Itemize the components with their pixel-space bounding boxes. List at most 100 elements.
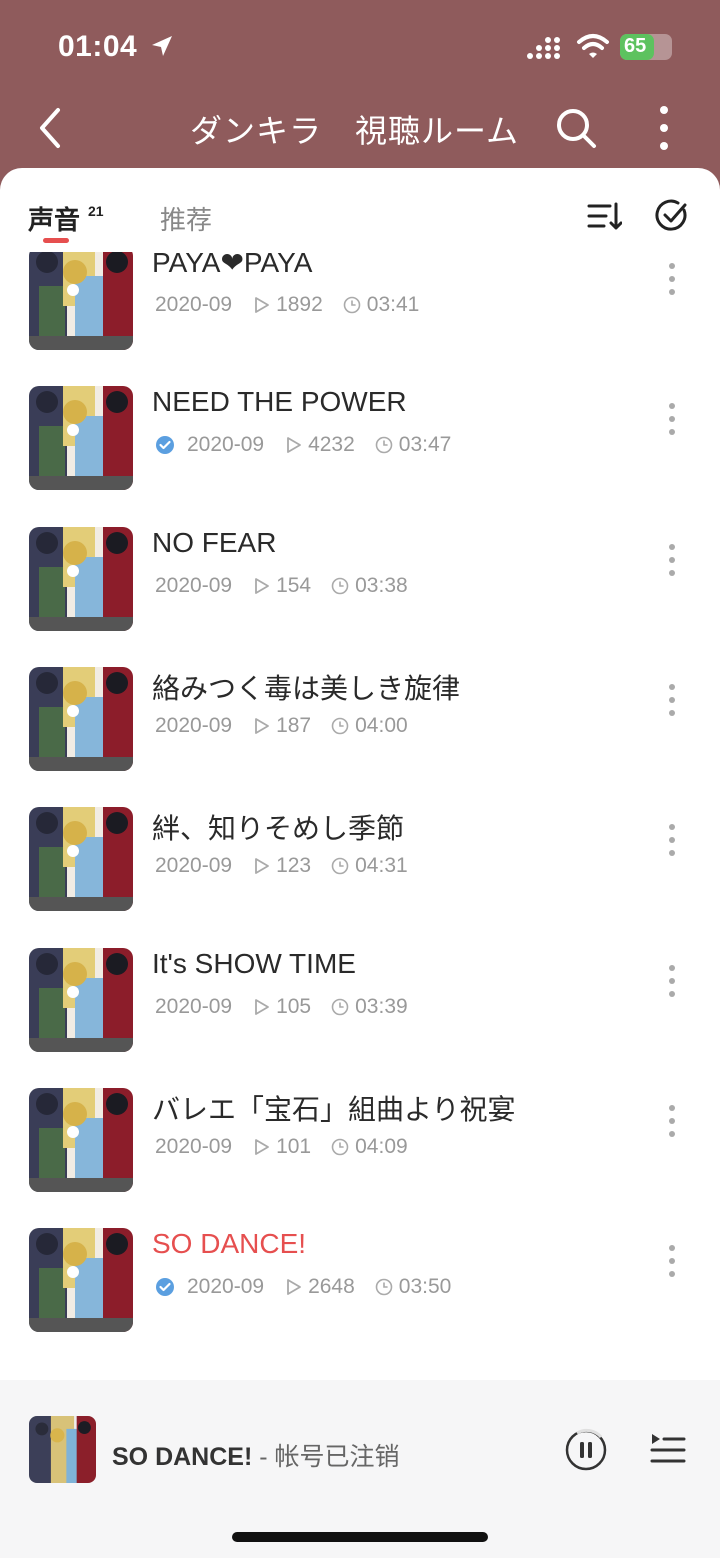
track-meta: 2020-09 123 04:31 <box>155 853 408 879</box>
play-count-icon <box>255 1138 269 1155</box>
track-duration: 04:09 <box>355 1134 408 1158</box>
track-play-count: 1892 <box>276 293 323 316</box>
track-title: バレエ「宝石」組曲より祝宴 <box>152 1093 516 1125</box>
duration-clock-icon <box>331 577 349 594</box>
track-play-count: 4232 <box>308 433 355 457</box>
sort-list-icon[interactable] <box>586 198 622 234</box>
track-play-count: 101 <box>276 1134 312 1158</box>
track-title: PAYA❤PAYA <box>152 252 313 278</box>
track-more-icon[interactable] <box>664 262 680 296</box>
track-meta: 2020-09 187 04:00 <box>155 713 408 739</box>
track-date: 2020-09 <box>155 994 233 1018</box>
cover-art-image <box>29 1416 96 1483</box>
player-track-info: SO DANCE! - 帐号已注销 <box>112 1437 400 1473</box>
status-time: 01:04 <box>58 30 138 63</box>
track-row[interactable]: NO FEAR 2020-09 154 03:38 <box>0 526 720 667</box>
duration-clock-icon <box>331 998 349 1015</box>
track-title: SO DANCE! <box>152 1228 307 1260</box>
tab-recommended[interactable]: 推荐 <box>160 200 212 237</box>
pause-icon[interactable] <box>564 1428 608 1472</box>
tab-voice[interactable]: 声音 <box>28 200 80 237</box>
track-meta: 2020-09 101 04:09 <box>155 1134 408 1160</box>
track-more-icon[interactable] <box>664 1244 680 1278</box>
page-title: ダンキラ 視聴ルーム <box>190 113 520 149</box>
track-row[interactable]: NEED THE POWER 2020-09 4232 03:47 <box>0 386 720 526</box>
duration-clock-icon <box>331 1138 349 1156</box>
track-meta: 2020-09 105 03:39 <box>155 994 408 1020</box>
track-more-icon[interactable] <box>664 683 680 717</box>
track-row[interactable]: PAYA❤PAYA 2020-09 1892 03:41 <box>0 252 720 386</box>
home-indicator <box>232 1532 488 1542</box>
track-title: 絆、知りそめし季節 <box>152 813 405 845</box>
play-count-icon <box>255 858 269 875</box>
track-cover-art <box>29 666 133 771</box>
player-cover-art <box>29 1416 96 1483</box>
track-cover-art <box>29 807 133 912</box>
track-date: 2020-09 <box>155 854 233 878</box>
cover-art-image <box>29 252 133 350</box>
cover-art-image <box>29 526 133 631</box>
track-duration: 03:47 <box>398 433 452 457</box>
cover-art-image <box>29 386 133 491</box>
track-date: 2020-09 <box>187 1275 265 1299</box>
track-row[interactable]: SO DANCE! 2020-09 2648 03:50 <box>0 1228 720 1368</box>
player-artist: - 帐号已注销 <box>252 1443 400 1471</box>
more-vertical-icon[interactable] <box>650 104 678 152</box>
track-cover-art <box>29 1228 133 1333</box>
track-row[interactable]: 絆、知りそめし季節 2020-09 123 04:31 <box>0 807 720 947</box>
track-row[interactable]: バレエ「宝石」組曲より祝宴 2020-09 101 04:09 <box>0 1087 720 1228</box>
cover-art-image <box>29 666 133 771</box>
cover-art-image <box>29 947 133 1052</box>
track-play-count: 105 <box>276 994 312 1018</box>
tab-voice-count: 21 <box>88 203 104 219</box>
track-play-count: 2648 <box>308 1275 355 1299</box>
check-circle-icon[interactable] <box>654 198 690 234</box>
track-duration: 03:39 <box>355 994 408 1018</box>
play-count-icon <box>255 717 269 734</box>
player-track-title: SO DANCE! <box>112 1443 253 1471</box>
cover-art-image <box>29 1087 133 1192</box>
duration-clock-icon <box>331 857 349 875</box>
duration-clock-icon <box>375 1278 393 1296</box>
track-title: 絡みつく毒は美しき旋律 <box>152 672 461 704</box>
track-more-icon[interactable] <box>664 402 680 436</box>
track-more-icon[interactable] <box>664 543 680 577</box>
track-title: NO FEAR <box>152 526 277 558</box>
track-more-icon[interactable] <box>664 823 680 857</box>
search-icon[interactable] <box>554 104 598 152</box>
track-title: It's SHOW TIME <box>152 947 356 979</box>
track-duration: 03:50 <box>398 1275 452 1299</box>
track-duration: 03:38 <box>355 573 408 597</box>
play-count-icon <box>255 297 269 313</box>
duration-clock-icon <box>375 436 393 454</box>
track-row[interactable]: 絡みつく毒は美しき旋律 2020-09 187 04:00 <box>0 666 720 807</box>
track-duration: 03:41 <box>366 293 420 316</box>
track-more-icon[interactable] <box>664 1104 680 1138</box>
play-count-icon <box>255 998 269 1015</box>
chevron-left-icon[interactable] <box>34 104 66 152</box>
playlist-icon[interactable] <box>650 1432 686 1466</box>
wifi-icon <box>577 34 609 58</box>
track-meta: 2020-09 154 03:38 <box>155 573 408 599</box>
track-duration: 04:00 <box>355 713 408 737</box>
track-row[interactable]: It's SHOW TIME 2020-09 105 03:39 <box>0 947 720 1088</box>
cellular-signal-icon <box>527 37 560 59</box>
track-more-icon[interactable] <box>664 964 680 998</box>
battery-level: 65 <box>624 35 647 57</box>
track-meta: 2020-09 1892 03:41 <box>155 292 419 318</box>
play-count-icon <box>255 577 269 594</box>
track-list: PAYA❤PAYA 2020-09 1892 03:41 NEED THE PO… <box>0 252 720 1382</box>
track-cover-art <box>29 386 133 491</box>
track-cover-art <box>29 252 133 350</box>
play-count-icon <box>287 437 301 454</box>
track-date: 2020-09 <box>155 293 233 316</box>
track-meta: 2020-09 2648 03:50 <box>155 1274 451 1300</box>
battery-indicator: 65 <box>620 34 672 60</box>
track-duration: 04:31 <box>355 854 408 878</box>
track-play-count: 187 <box>276 713 312 737</box>
track-date: 2020-09 <box>155 713 233 737</box>
track-cover-art <box>29 526 133 631</box>
tab-active-indicator <box>43 238 69 243</box>
track-meta: 2020-09 4232 03:47 <box>155 432 451 458</box>
track-play-count: 154 <box>276 573 312 597</box>
